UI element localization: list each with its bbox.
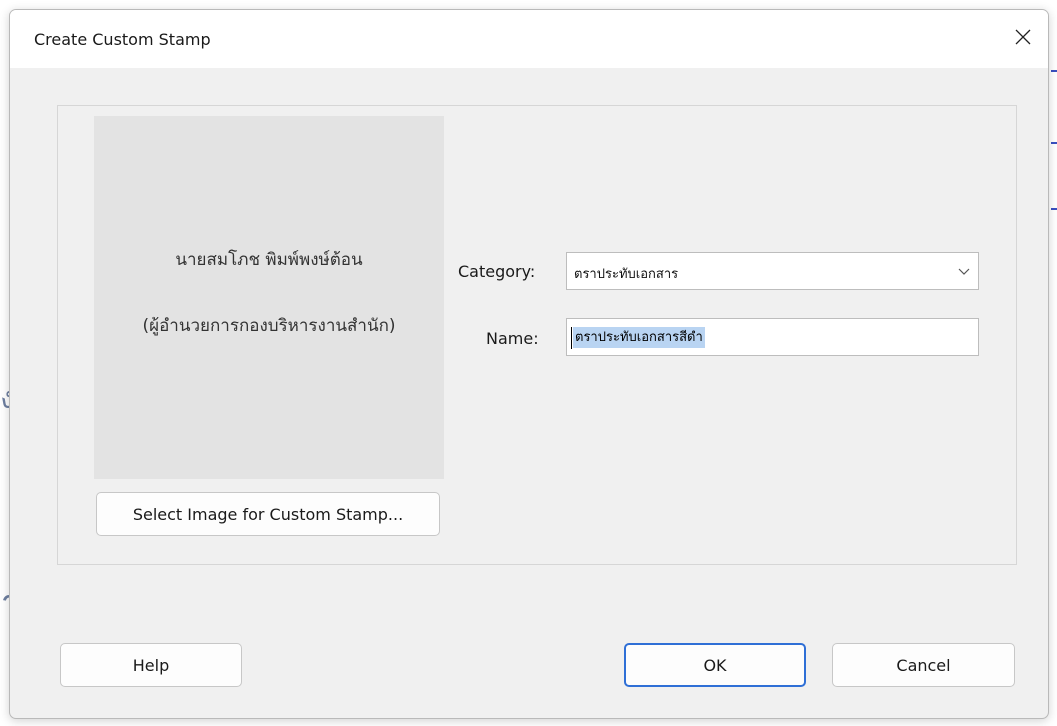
stamp-preview-position: (ผู้อำนวยการกองบริหารงานสำนัก) <box>142 316 396 336</box>
dialog-title: Create Custom Stamp <box>34 30 211 49</box>
create-custom-stamp-dialog: Create Custom Stamp นายสมโภช พิมพ์พงษ์ต้… <box>9 9 1049 719</box>
stamp-preview: นายสมโภช พิมพ์พงษ์ต้อน (ผู้อำนวยการกองบร… <box>94 116 444 479</box>
ok-button[interactable]: OK <box>624 643 806 687</box>
close-icon <box>1015 29 1031 45</box>
chevron-down-icon <box>958 268 970 275</box>
help-button[interactable]: Help <box>60 643 242 687</box>
name-input[interactable]: ตราประทับเอกสารสีดำ <box>566 318 979 356</box>
background-line-1 <box>1051 70 1057 72</box>
cancel-button[interactable]: Cancel <box>832 643 1015 687</box>
text-caret <box>571 327 572 349</box>
stamp-settings-panel: นายสมโภช พิมพ์พงษ์ต้อน (ผู้อำนวยการกองบร… <box>57 105 1017 565</box>
category-dropdown[interactable]: ตราประทับเอกสาร <box>566 252 979 290</box>
category-value: ตราประทับเอกสาร <box>574 267 679 282</box>
background-line-3 <box>1051 208 1057 210</box>
background-line-2 <box>1051 142 1057 144</box>
name-value: ตราประทับเอกสารสีดำ <box>573 327 705 348</box>
select-image-button[interactable]: Select Image for Custom Stamp... <box>96 492 440 536</box>
name-label: Name: <box>486 329 539 348</box>
category-label: Category: <box>458 262 536 281</box>
title-bar: Create Custom Stamp <box>10 10 1048 68</box>
close-button[interactable] <box>1004 20 1042 54</box>
stamp-preview-name: นายสมโภช พิมพ์พงษ์ต้อน <box>175 250 363 270</box>
